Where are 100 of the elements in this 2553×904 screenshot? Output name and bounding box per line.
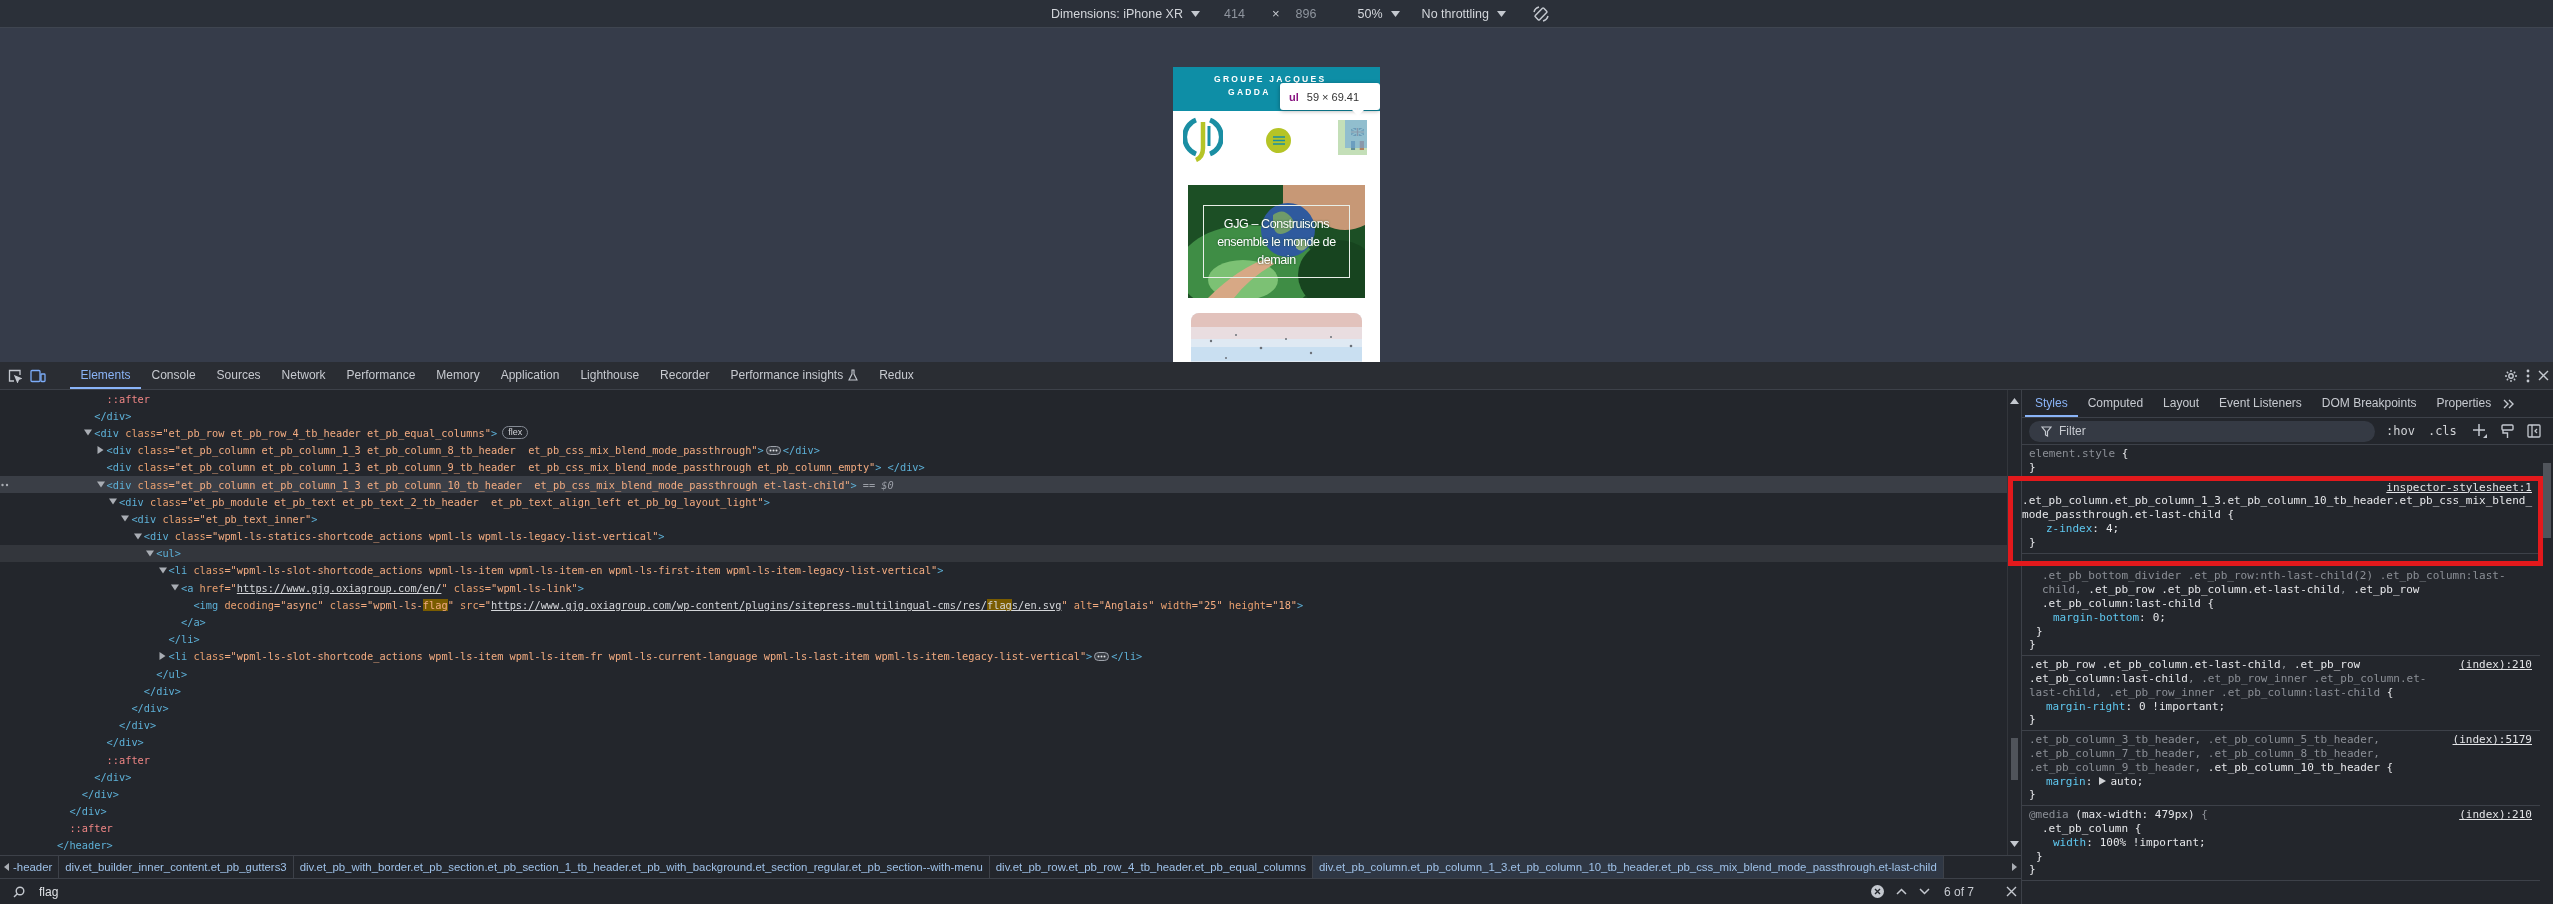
dom-node[interactable]: <div class="et_pb_column et_pb_column_1_3 et_pb_column_8_tb_header et_pb_css_mix_blend_mode_passthrough">	[106, 444, 764, 457]
pane-tab[interactable]: Properties	[2426, 390, 2502, 417]
media-query: @media (max-width: 479px) {	[2029, 808, 2209, 822]
expand-triangle-icon[interactable]	[159, 652, 167, 661]
panel-tab[interactable]: Recorder	[649, 362, 720, 389]
settings-icon[interactable]	[2504, 368, 2518, 383]
collapse-triangle-icon[interactable]	[171, 584, 179, 592]
pane-tab[interactable]: DOM Breakpoints	[2311, 390, 2427, 417]
panel-tab[interactable]: Memory	[425, 362, 491, 389]
panel-tab[interactable]: Performance	[336, 362, 426, 389]
close-icon[interactable]	[2006, 886, 2017, 897]
dom-node[interactable]: <div class="et_pb_column et_pb_column_1_3 et_pb_column_10_tb_header et_pb_css_mix_blend_mode_passthrough et-last-child">	[106, 478, 857, 491]
collapse-triangle-icon[interactable]	[84, 429, 93, 437]
dimensions-dropdown[interactable]: Dimensions: iPhone XR	[1042, 4, 1208, 23]
css-value[interactable]: 100% !important;	[2099, 835, 2206, 850]
closing-tag: </li>	[168, 633, 200, 646]
toggle-button[interactable]: .cls	[2425, 424, 2459, 438]
scroll-up-icon[interactable]	[2010, 398, 2019, 404]
pseudo-element[interactable]: ::after	[106, 392, 150, 405]
css-property[interactable]: width:	[2053, 835, 2093, 850]
source-link[interactable]: (index):5179	[2452, 733, 2532, 747]
more-icon[interactable]	[1, 482, 9, 487]
pane-tab[interactable]: Event Listeners	[2209, 390, 2312, 417]
dom-node[interactable]: <div class="et_pb_row et_pb_row_4_tb_header et_pb_equal_columns">	[94, 426, 498, 439]
collapse-triangle-icon[interactable]	[109, 498, 117, 506]
ellipsis-icon[interactable]	[765, 445, 781, 455]
scrollbar-thumb[interactable]	[2011, 738, 2018, 780]
hovered-row-highlight[interactable]: <ul>	[0, 544, 2007, 562]
dom-node[interactable]: <div class="et_pb_text_inner">	[131, 512, 318, 525]
css-property[interactable]: z-index:	[2046, 522, 2099, 536]
throttling-dropdown[interactable]: No throttling	[1413, 4, 1514, 23]
panel-tab[interactable]: Elements	[70, 362, 142, 389]
scrollbar-thumb[interactable]	[2543, 463, 2551, 538]
breadcrumb[interactable]: -header	[11, 856, 60, 878]
closing-brace: }	[2029, 863, 2037, 878]
panel-tab[interactable]: Console	[141, 362, 207, 389]
scroll-left-icon[interactable]	[4, 863, 9, 871]
logo-drawing[interactable]	[1183, 116, 1223, 162]
panel-tab[interactable]: Redux	[868, 362, 925, 389]
scroll-down-icon[interactable]	[2010, 841, 2019, 847]
panel-tab[interactable]: Performance insights	[719, 362, 869, 389]
collapse-triangle-icon[interactable]	[96, 481, 105, 489]
source-link[interactable]: (index):210	[2459, 808, 2532, 822]
device-toolbar-icon[interactable]	[30, 368, 46, 383]
panel-tab[interactable]: Network	[271, 362, 337, 389]
sidebar-icon[interactable]	[2526, 424, 2541, 438]
dom-node[interactable]: <div class="et_pb_module et_pb_text et_pb_text_2_tb_header et_pb_text_align_left et_pb_bg_layout_light">	[119, 495, 770, 508]
css-value[interactable]: 0;	[2152, 610, 2166, 625]
dom-node[interactable]: <div class="et_pb_column et_pb_column_1_3 et_pb_column_9_tb_header et_pb_css_mix_blend_mode_passthrough et_pb_column_empty">	[106, 461, 882, 474]
inspect-icon[interactable]	[8, 368, 22, 383]
collapse-triangle-icon[interactable]	[133, 532, 142, 540]
pane-tab[interactable]: Styles	[2025, 390, 2078, 417]
css-property[interactable]: margin-bottom:	[2053, 610, 2146, 625]
dom-node[interactable]: <li class="wpml-ls-slot-shortcode_actions wpml-ls-item wpml-ls-item-fr wpml-ls-current-language wpml-ls-last-item wpml-ls-item-legacy-list-vertical">	[168, 650, 1093, 663]
close-icon[interactable]	[2538, 370, 2549, 381]
pane-tab[interactable]: Layout	[2153, 390, 2210, 417]
search-field[interactable]: flag	[31, 884, 1865, 899]
collapse-triangle-icon[interactable]	[121, 515, 130, 523]
next-match-icon[interactable]	[1918, 888, 1930, 895]
css-property[interactable]: margin:	[2046, 774, 2093, 789]
more-options-icon[interactable]	[2526, 368, 2530, 383]
filter-field[interactable]: Filter	[2029, 420, 2375, 442]
source-link[interactable]: (index):210	[2459, 658, 2532, 672]
dom-node[interactable]: <img decoding="async" class="wpml-ls-flag" src="https://www.gjg.oxiagroup.com/wp-content/plugins/sitepress-multilingual-cms/res/flags/en.svg" alt="Anglais" width="25" height="18">	[193, 598, 1304, 611]
collapse-triangle-icon[interactable]	[158, 566, 167, 574]
css-value[interactable]: 4;	[2106, 522, 2120, 536]
clear-icon[interactable]	[1870, 885, 1884, 898]
pseudo-element[interactable]: ::after	[106, 753, 150, 766]
dom-node[interactable]: <li class="wpml-ls-slot-shortcode_actions wpml-ls-item wpml-ls-item-en wpml-ls-first-item wpml-ls-item-legacy-list-vertical">	[168, 564, 944, 577]
collapse-triangle-icon[interactable]	[146, 549, 155, 557]
toggle-button[interactable]: :hov	[2384, 424, 2417, 438]
source-link[interactable]: inspector-stylesheet:1	[2386, 480, 2532, 495]
size-label: 59 × 69.41	[1306, 90, 1360, 103]
breadcrumb[interactable]: div.et_pb_column.et_pb_column_1_3.et_pb_column_10_tb_header.et_pb_css_mix_blend_mode_passthrough.et-last-child	[1312, 856, 1944, 878]
more-tabs-icon[interactable]	[2503, 398, 2516, 409]
panel-tab[interactable]: Sources	[206, 362, 272, 389]
breadcrumb[interactable]: div.et_pb_row.et_pb_row_4_tb_header.et_pb_equal_columns	[989, 856, 1313, 878]
css-property[interactable]: margin-right:	[2046, 699, 2133, 714]
menu-button[interactable]	[1266, 128, 1291, 153]
zoom-dropdown[interactable]: 50%	[1349, 4, 1408, 23]
add-rule-icon[interactable]	[2471, 423, 2488, 439]
selected-row-highlight[interactable]: <div class="et_pb_column et_pb_column_1_3 et_pb_column_10_tb_header et_pb_css_mix_blend_mode_passthrough et-last-child"> == $0	[0, 475, 2007, 494]
expand-triangle-icon[interactable]	[97, 446, 105, 455]
panel-tab[interactable]: Lighthouse	[569, 362, 650, 389]
rotate-icon[interactable]	[1532, 4, 1550, 23]
scroll-right-icon[interactable]	[2012, 863, 2017, 871]
dom-node[interactable]: <a href="https://www.gjg.oxiagroup.com/en/" class="wpml-ls-link">	[181, 581, 584, 594]
expand-triangle-icon[interactable]	[2099, 777, 2107, 786]
paint-icon[interactable]	[2500, 423, 2514, 439]
dom-node[interactable]: <div class="wpml-ls-statics-shortcode_actions wpml-ls wpml-ls-legacy-list-vertical">	[143, 530, 665, 543]
pseudo-element[interactable]: ::after	[69, 822, 113, 835]
css-value[interactable]: auto;	[2110, 774, 2144, 789]
dom-node[interactable]: <ul>	[156, 547, 181, 560]
ellipsis-icon[interactable]	[1094, 651, 1110, 661]
pane-tab[interactable]: Computed	[2077, 390, 2154, 417]
breadcrumb[interactable]: div.et_builder_inner_content.et_pb_gutters3	[59, 856, 294, 878]
breadcrumb[interactable]: div.et_pb_with_border.et_pb_section.et_pb_section_1_tb_header.et_pb_with_background.et_section_regular.et_pb_section--with-menu	[293, 856, 990, 878]
previous-match-icon[interactable]	[1895, 888, 1907, 895]
panel-tab[interactable]: Application	[490, 362, 570, 389]
css-value[interactable]: 0 !important;	[2139, 699, 2226, 714]
